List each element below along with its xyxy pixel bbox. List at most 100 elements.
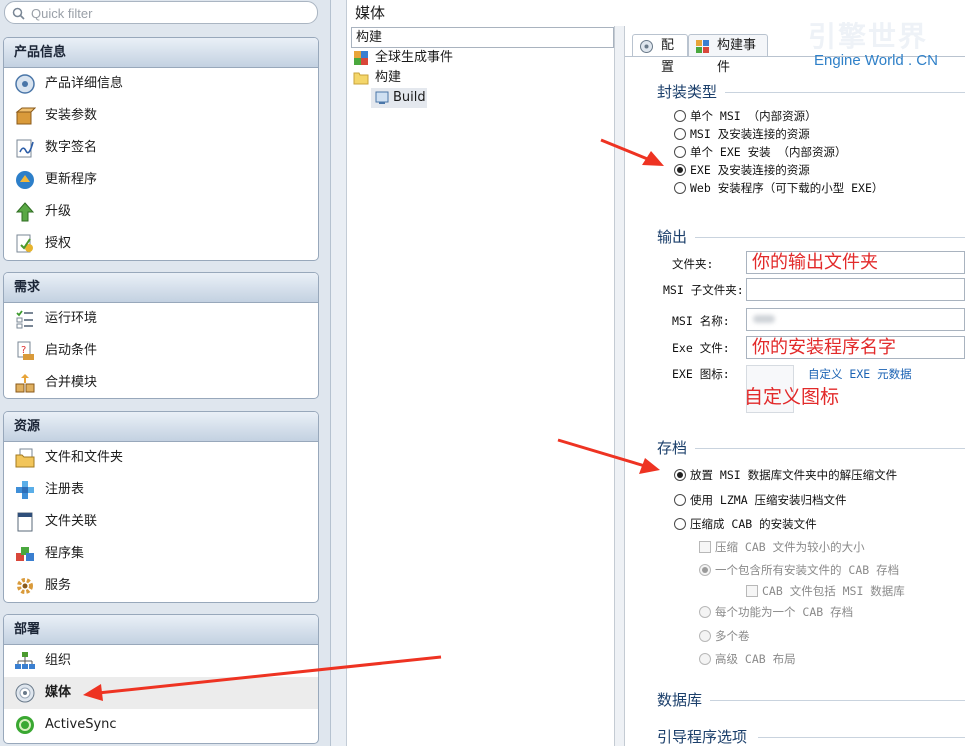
radio-label: 使用 LZMA 压缩安装归档文件 xyxy=(690,493,847,507)
radio-advanced-cab-layout[interactable]: 高级 CAB 布局 xyxy=(699,650,796,668)
package-icon xyxy=(15,107,36,125)
nav-item-label: 更新程序 xyxy=(45,172,98,187)
media-disc-icon xyxy=(15,683,35,703)
exe-file-label: Exe 文件: xyxy=(672,341,730,355)
nav-item-label: 启动条件 xyxy=(45,343,98,358)
nav-item-label: 升级 xyxy=(45,204,72,219)
tree-item-label: 全球生成事件 xyxy=(375,50,454,65)
msi-subfolder-label: MSI 子文件夹: xyxy=(663,283,744,297)
radio-cab-per-feature[interactable]: 每个功能为一个 CAB 存档 xyxy=(699,603,853,621)
nav-item-upgrade[interactable]: 升级 xyxy=(4,196,318,228)
nav-item-media[interactable]: 媒体 xyxy=(4,677,318,709)
services-icon xyxy=(17,578,33,594)
nav-group-header[interactable]: 资源 xyxy=(4,412,318,442)
upgrade-icon xyxy=(15,202,35,222)
nav-item-registry[interactable]: 注册表 xyxy=(4,474,318,506)
pane-splitter[interactable] xyxy=(615,26,625,746)
search-icon xyxy=(12,7,25,20)
radio-single-msi[interactable]: 单个 MSI （内部资源） xyxy=(674,107,817,125)
section-divider xyxy=(758,737,965,738)
signature-icon xyxy=(16,139,34,158)
nav-item-license[interactable]: 授权 xyxy=(4,228,318,260)
exe-file-input[interactable]: 你的安装程序名字 xyxy=(746,336,965,359)
launch-condition-icon: ? xyxy=(17,341,34,360)
build-config-icon xyxy=(375,91,389,104)
tree-column-header[interactable]: 构建 xyxy=(351,27,614,48)
redacted-name xyxy=(753,315,775,323)
build-events-tab-icon xyxy=(696,40,709,53)
checkbox-label: 压缩 CAB 文件为较小的大小 xyxy=(715,540,865,554)
nav-group-resources: 资源 文件和文件夹 注册表 文件关联 程序集 服务 xyxy=(3,411,319,603)
section-divider xyxy=(695,448,965,449)
nav-item-label: 组织 xyxy=(45,653,72,668)
section-title-package-type: 封装类型 xyxy=(657,83,718,101)
nav-item-product-details[interactable]: 产品详细信息 xyxy=(4,68,318,100)
msi-subfolder-input[interactable] xyxy=(746,278,965,301)
nav-group-requirements: 需求 运行环境 ? 启动条件 合并模块 xyxy=(3,272,319,399)
nav-item-label: 产品详细信息 xyxy=(45,76,124,91)
tree-item-build-folder[interactable]: 构建 xyxy=(353,68,553,88)
license-icon xyxy=(16,234,33,253)
nav-item-digital-signature[interactable]: 数字签名 xyxy=(4,132,318,164)
radio-compress-cab[interactable]: 压缩成 CAB 的安装文件 xyxy=(674,515,817,533)
build-tree-pane: 构建 全球生成事件 构建 Build xyxy=(349,26,615,746)
nav-item-launch-conditions[interactable]: ? 启动条件 xyxy=(4,335,318,367)
nav-item-services[interactable]: 服务 xyxy=(4,570,318,602)
radio-multi-volume[interactable]: 多个卷 xyxy=(699,627,750,645)
radio-single-exe[interactable]: 单个 EXE 安装 （内部资源） xyxy=(674,143,847,161)
nav-group-header[interactable]: 需求 xyxy=(4,273,318,303)
tab-build-events[interactable]: 构建事件 xyxy=(688,34,768,75)
watermark-logo: 引擎世界 xyxy=(808,21,929,52)
tree-item-global-build-events[interactable]: 全球生成事件 xyxy=(353,48,553,68)
nav-item-updater[interactable]: 更新程序 xyxy=(4,164,318,196)
radio-label: 一个包含所有安装文件的 CAB 存档 xyxy=(715,563,900,577)
merge-modules-icon xyxy=(15,374,35,393)
output-folder-input[interactable]: 你的输出文件夹 xyxy=(746,251,965,274)
nav-item-label: 文件关联 xyxy=(45,514,98,529)
exe-icon-label: EXE 图标: xyxy=(672,367,730,381)
nav-item-activesync[interactable]: ActiveSync xyxy=(4,709,318,741)
section-title-database: 数据库 xyxy=(657,691,703,709)
nav-item-label: 授权 xyxy=(45,236,72,251)
page-title: 媒体 xyxy=(355,4,386,22)
radio-exe-with-external[interactable]: EXE 及安装连接的资源 xyxy=(674,161,810,179)
radio-web-installer[interactable]: Web 安装程序（可下载的小型 EXE） xyxy=(674,179,883,197)
nav-item-label: 运行环境 xyxy=(45,311,98,326)
nav-item-label: 数字签名 xyxy=(45,140,98,155)
quick-filter-input[interactable] xyxy=(31,4,311,22)
nav-group-header[interactable]: 部署 xyxy=(4,615,318,645)
tree-item-build[interactable]: Build xyxy=(371,88,427,108)
radio-single-cab[interactable]: 一个包含所有安装文件的 CAB 存档 xyxy=(699,561,899,579)
tab-config[interactable]: 配置 xyxy=(632,34,688,75)
checkbox-cab-include-msi[interactable]: CAB 文件包括 MSI 数据库 xyxy=(746,582,905,600)
msi-name-label: MSI 名称: xyxy=(672,314,730,328)
nav-item-file-associations[interactable]: 文件关联 xyxy=(4,506,318,538)
msi-name-input[interactable] xyxy=(746,308,965,331)
checkbox-cab-smaller-size[interactable]: 压缩 CAB 文件为较小的大小 xyxy=(699,538,865,556)
nav-item-install-parameters[interactable]: 安装参数 xyxy=(4,100,318,132)
nav-item-assemblies[interactable]: 程序集 xyxy=(4,538,318,570)
nav-item-organization[interactable]: 组织 xyxy=(4,645,318,677)
nav-item-label: 注册表 xyxy=(45,482,85,497)
radio-label: 多个卷 xyxy=(715,629,750,643)
radio-label: 压缩成 CAB 的安装文件 xyxy=(690,517,817,531)
nav-item-label: ActiveSync xyxy=(45,717,117,732)
nav-item-files-and-folders[interactable]: 文件和文件夹 xyxy=(4,442,318,474)
section-title-bootstrapper-options: 引导程序选项 xyxy=(657,728,748,746)
nav-item-merge-modules[interactable]: 合并模块 xyxy=(4,367,318,398)
radio-msi-with-external[interactable]: MSI 及安装连接的资源 xyxy=(674,125,810,143)
radio-uncompressed-in-msi-folder[interactable]: 放置 MSI 数据库文件夹中的解压缩文件 xyxy=(674,466,897,484)
nav-group-product-info: 产品信息 产品详细信息 安装参数 数字签名 更新程序 升级 授权 xyxy=(3,37,319,261)
radio-label: 高级 CAB 布局 xyxy=(715,652,796,666)
pane-splitter[interactable] xyxy=(331,0,347,746)
organization-icon xyxy=(15,652,35,669)
custom-exe-metadata-link[interactable]: 自定义 EXE 元数据 xyxy=(808,366,912,382)
quick-filter-box[interactable] xyxy=(4,1,318,24)
nav-item-runtime-environment[interactable]: 运行环境 xyxy=(4,303,318,335)
nav-item-label: 安装参数 xyxy=(45,108,98,123)
registry-icon xyxy=(16,481,34,499)
updater-icon xyxy=(16,171,34,189)
radio-lzma-archive[interactable]: 使用 LZMA 压缩安装归档文件 xyxy=(674,491,847,509)
nav-group-header[interactable]: 产品信息 xyxy=(4,38,318,68)
nav-item-label: 程序集 xyxy=(45,546,85,561)
